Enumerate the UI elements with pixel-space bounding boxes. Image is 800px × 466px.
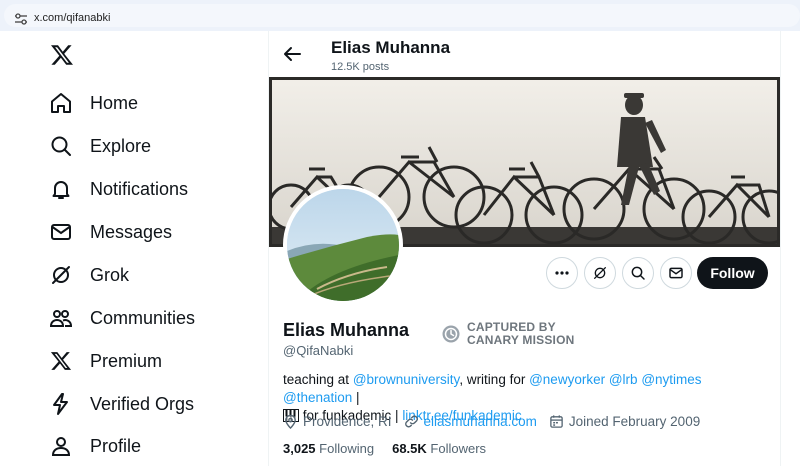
person-icon [48, 433, 74, 459]
badge-text: CAPTURED BY CANARY MISSION [467, 321, 574, 347]
more-dots-icon [555, 271, 569, 275]
grok-icon [48, 262, 74, 288]
avatar-photo [287, 189, 399, 301]
back-arrow-icon[interactable] [281, 43, 303, 65]
envelope-icon [48, 219, 74, 245]
people-icon [48, 305, 74, 331]
website[interactable]: eliasmuhanna.com [404, 414, 537, 429]
x-logo-icon [48, 348, 74, 374]
sidebar-item-verified-orgs[interactable]: Verified Orgs [48, 385, 194, 423]
sidebar-item-label: Premium [90, 350, 163, 371]
sidebar-item-label: Home [90, 92, 139, 113]
envelope-icon [669, 267, 683, 279]
sidebar-item-label: Grok [90, 264, 130, 285]
canary-mission-badge[interactable]: CAPTURED BY CANARY MISSION [441, 321, 574, 347]
bio-text: teaching at [283, 372, 353, 387]
grok-button[interactable] [584, 257, 616, 289]
followers-label: Followers [430, 441, 487, 456]
sidebar-item-explore[interactable]: Explore [48, 127, 151, 165]
mention-link[interactable]: @thenation [283, 390, 352, 405]
mention-link[interactable]: @brownuniversity [353, 372, 460, 387]
bio-text: , writing for [459, 372, 530, 387]
sidebar-item-grok[interactable]: Grok [48, 256, 129, 294]
sidebar-item-notifications[interactable]: Notifications [48, 170, 188, 208]
location: Providence, RI [283, 414, 392, 429]
sidebar-item-label: Notifications [90, 178, 189, 199]
url-text: x.com/qifanabki [34, 12, 111, 24]
profile-column: Elias Muhanna 12.5K posts Follow Elias M… [269, 31, 780, 466]
header-title: Elias Muhanna [331, 38, 451, 57]
header-post-count: 12.5K posts [331, 61, 390, 73]
grok-icon [594, 267, 606, 279]
following-count-link[interactable]: 3,025 Following [283, 441, 374, 456]
sidebar-item-label: Communities [90, 307, 196, 328]
followers-count-link[interactable]: 68.5K Followers [392, 441, 486, 456]
join-date: Joined February 2009 [549, 414, 700, 429]
bio-text: | [352, 390, 360, 405]
badge-line: CANARY MISSION [467, 333, 575, 347]
search-profile-button[interactable] [622, 257, 654, 289]
avatar[interactable] [283, 185, 403, 305]
home-icon [48, 90, 74, 116]
lightning-icon [48, 391, 74, 417]
sidebar-item-label: Verified Orgs [90, 393, 195, 414]
website-link[interactable]: eliasmuhanna.com [424, 414, 537, 429]
following-count: 3,025 [283, 441, 316, 456]
following-label: Following [319, 441, 375, 456]
mention-link[interactable]: @newyorker [529, 372, 605, 387]
calendar-icon [550, 415, 563, 428]
browser-address-bar: x.com/qifanabki [0, 0, 800, 31]
more-button[interactable] [546, 257, 578, 289]
url-field[interactable]: x.com/qifanabki [4, 4, 800, 27]
profile-handle: @QifaNabki [283, 343, 354, 358]
follow-stats: 3,025 Following 68.5K Followers [283, 441, 504, 456]
follow-button[interactable]: Follow [697, 257, 768, 289]
location-text: Providence, RI [303, 414, 392, 429]
sidebar-item-home[interactable]: Home [48, 84, 138, 122]
location-pin-icon [285, 414, 296, 429]
message-button[interactable] [660, 257, 692, 289]
profile-meta: Providence, RI eliasmuhanna.com Joined F… [283, 414, 712, 429]
column-divider [780, 31, 781, 466]
profile-name: Elias Muhanna [283, 320, 410, 340]
sidebar-item-communities[interactable]: Communities [48, 299, 195, 337]
followers-count: 68.5K [392, 441, 427, 456]
bell-icon [48, 176, 74, 202]
mention-link[interactable]: @lrb [609, 372, 638, 387]
search-icon [48, 133, 74, 159]
sidebar: Home Explore Notifications Messages Grok… [0, 31, 268, 466]
sidebar-item-messages[interactable]: Messages [48, 213, 172, 251]
sidebar-item-label: Profile [90, 435, 142, 456]
site-settings-icon[interactable] [14, 12, 28, 26]
x-logo-icon[interactable] [50, 43, 74, 67]
sidebar-item-profile[interactable]: Profile [48, 427, 141, 465]
search-icon [631, 266, 645, 280]
join-date-text: Joined February 2009 [568, 414, 701, 429]
sidebar-item-premium[interactable]: Premium [48, 342, 162, 380]
clock-badge-icon [442, 325, 460, 343]
sidebar-item-label: Messages [90, 221, 173, 242]
sidebar-item-label: Explore [90, 135, 152, 156]
link-icon [404, 415, 418, 428]
mention-link[interactable]: @nytimes [641, 372, 701, 387]
